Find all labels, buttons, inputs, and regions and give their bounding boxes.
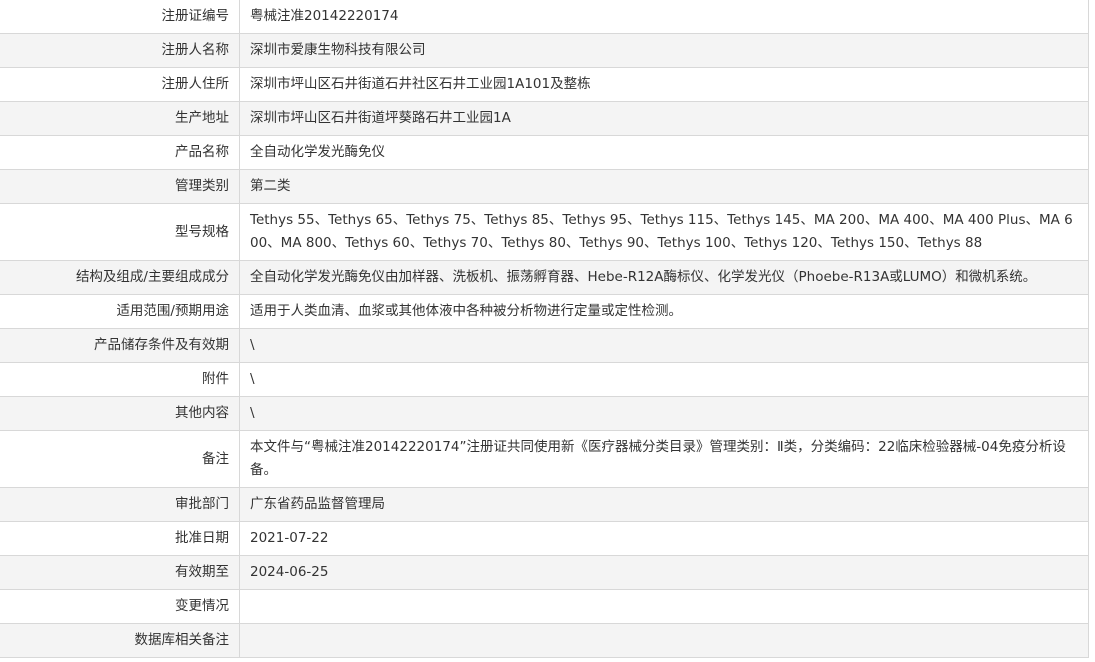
- row-value: 2024-06-25: [239, 555, 1089, 590]
- table-row: 产品储存条件及有效期 \: [0, 328, 1089, 363]
- row-label: 产品储存条件及有效期: [0, 328, 240, 363]
- row-label: 型号规格: [0, 203, 240, 261]
- row-value: 深圳市爱康生物科技有限公司: [239, 33, 1089, 68]
- row-label: 变更情况: [0, 589, 240, 624]
- row-label: 批准日期: [0, 521, 240, 556]
- table-row: 型号规格 Tethys 55、Tethys 65、Tethys 75、Tethy…: [0, 203, 1089, 261]
- table-row: 附件 \: [0, 362, 1089, 397]
- row-value: \: [239, 328, 1089, 363]
- row-value: 全自动化学发光酶免仪: [239, 135, 1089, 170]
- row-label: 管理类别: [0, 169, 240, 204]
- table-row: 批准日期 2021-07-22: [0, 521, 1089, 556]
- row-label: 其他内容: [0, 396, 240, 431]
- table-row: 其他内容 \: [0, 396, 1089, 431]
- row-value: \: [239, 396, 1089, 431]
- row-value: 2021-07-22: [239, 521, 1089, 556]
- row-value: 第二类: [239, 169, 1089, 204]
- row-value: [239, 589, 1089, 624]
- table-row: 适用范围/预期用途 适用于人类血清、血浆或其他体液中各种被分析物进行定量或定性检…: [0, 294, 1089, 329]
- table-row: 注册人住所 深圳市坪山区石井街道石井社区石井工业园1A101及整栋: [0, 67, 1089, 102]
- table-row: 产品名称 全自动化学发光酶免仪: [0, 135, 1089, 170]
- table-row: 生产地址 深圳市坪山区石井街道坪葵路石井工业园1A: [0, 101, 1089, 136]
- row-label: 备注: [0, 430, 240, 488]
- table-row: 备注 本文件与“粤械注准20142220174”注册证共同使用新《医疗器械分类目…: [0, 430, 1089, 488]
- row-label: 注册人名称: [0, 33, 240, 68]
- row-value: 深圳市坪山区石井街道坪葵路石井工业园1A: [239, 101, 1089, 136]
- row-label: 数据库相关备注: [0, 623, 240, 658]
- table-row: 审批部门 广东省药品监督管理局: [0, 487, 1089, 522]
- row-label: 注册证编号: [0, 0, 240, 34]
- row-value: 适用于人类血清、血浆或其他体液中各种被分析物进行定量或定性检测。: [239, 294, 1089, 329]
- table-row: 数据库相关备注: [0, 623, 1089, 658]
- row-label: 注册人住所: [0, 67, 240, 102]
- row-label: 适用范围/预期用途: [0, 294, 240, 329]
- table-row: 注册人名称 深圳市爱康生物科技有限公司: [0, 33, 1089, 68]
- row-label: 结构及组成/主要组成成分: [0, 260, 240, 295]
- row-value: 深圳市坪山区石井街道石井社区石井工业园1A101及整栋: [239, 67, 1089, 102]
- table-row: 变更情况: [0, 589, 1089, 624]
- row-value: [239, 623, 1089, 658]
- row-value: Tethys 55、Tethys 65、Tethys 75、Tethys 85、…: [239, 203, 1089, 261]
- row-label: 有效期至: [0, 555, 240, 590]
- table-row: 结构及组成/主要组成成分 全自动化学发光酶免仪由加样器、洗板机、振荡孵育器、He…: [0, 260, 1089, 295]
- table-row: 有效期至 2024-06-25: [0, 555, 1089, 590]
- row-label: 产品名称: [0, 135, 240, 170]
- row-label: 审批部门: [0, 487, 240, 522]
- row-value: 全自动化学发光酶免仪由加样器、洗板机、振荡孵育器、Hebe-R12A酶标仪、化学…: [239, 260, 1089, 295]
- row-value: 广东省药品监督管理局: [239, 487, 1089, 522]
- row-label: 生产地址: [0, 101, 240, 136]
- row-label: 附件: [0, 362, 240, 397]
- row-value: 本文件与“粤械注准20142220174”注册证共同使用新《医疗器械分类目录》管…: [239, 430, 1089, 488]
- table-row: 管理类别 第二类: [0, 169, 1089, 204]
- row-value: \: [239, 362, 1089, 397]
- registration-info-table: 注册证编号 粤械注准20142220174 注册人名称 深圳市爱康生物科技有限公…: [0, 0, 1089, 658]
- table-row: 注册证编号 粤械注准20142220174: [0, 0, 1089, 34]
- row-value: 粤械注准20142220174: [239, 0, 1089, 34]
